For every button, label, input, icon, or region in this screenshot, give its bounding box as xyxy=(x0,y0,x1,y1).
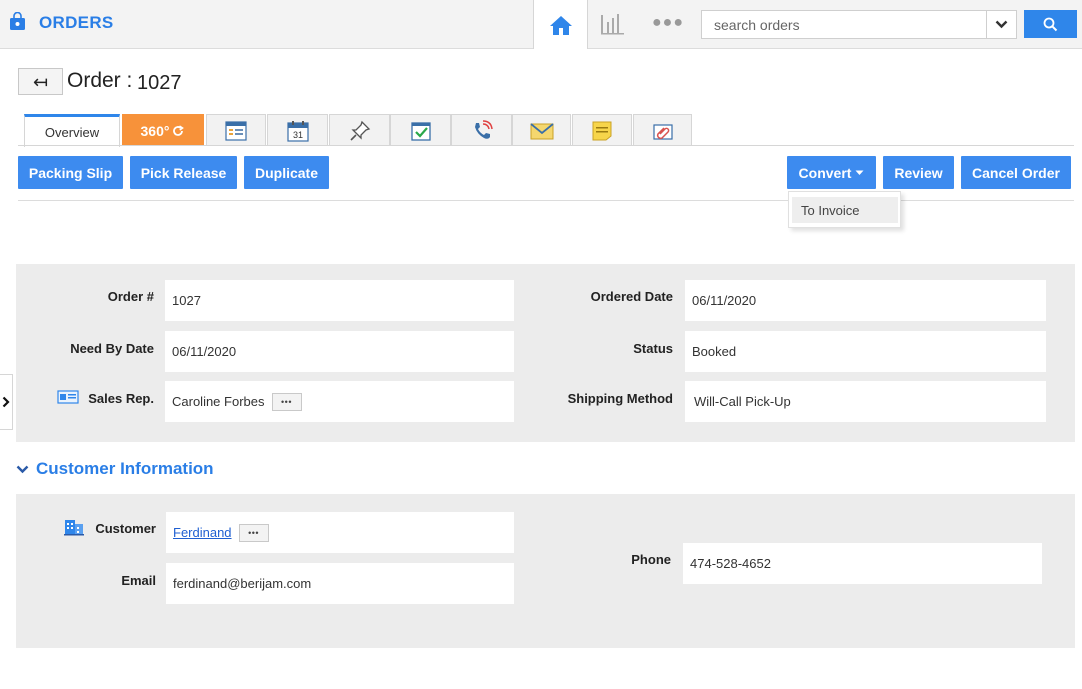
page-title-label: Order : xyxy=(67,69,133,92)
phone-icon xyxy=(474,119,493,139)
note-icon xyxy=(592,121,612,140)
packing-slip-button[interactable]: Packing Slip xyxy=(18,156,123,189)
phone-label: Phone xyxy=(631,552,671,567)
email-value: ferdinand@berijam.com xyxy=(173,576,312,591)
phone-value: 474-528-4652 xyxy=(690,556,771,571)
review-button[interactable]: Review xyxy=(883,156,954,189)
tab-attachments[interactable] xyxy=(633,114,692,146)
ordered-date-value: 06/11/2020 xyxy=(692,293,757,308)
sales-rep-value: Caroline Forbes xyxy=(172,394,265,409)
chevron-down-icon xyxy=(16,465,29,473)
calendar-icon: 31 xyxy=(286,120,309,142)
tab-label: 360° xyxy=(140,122,170,139)
building-icon xyxy=(64,520,84,536)
chevron-right-icon xyxy=(2,396,10,408)
order-number-field[interactable]: 1027 xyxy=(165,280,514,321)
tab-label: Overview xyxy=(44,124,100,140)
checkbox-icon xyxy=(410,121,431,141)
search-button[interactable] xyxy=(1024,10,1077,38)
tabs-divider xyxy=(18,145,1074,146)
cancel-order-button[interactable]: Cancel Order xyxy=(961,156,1071,189)
customer-section-title: Customer Information xyxy=(36,459,214,478)
customer-label: Customer xyxy=(95,521,156,536)
tab-tasks[interactable] xyxy=(390,114,451,146)
home-button[interactable] xyxy=(534,0,587,49)
sales-rep-field[interactable]: Caroline Forbes ••• xyxy=(165,381,514,422)
need-by-date-label: Need By Date xyxy=(70,341,154,356)
shipping-method-label: Shipping Method xyxy=(567,391,673,406)
customer-link[interactable]: Ferdinand xyxy=(173,525,232,540)
ordered-date-field[interactable]: 06/11/2020 xyxy=(685,280,1046,321)
email-label: Email xyxy=(121,573,156,588)
phone-field[interactable]: 474-528-4652 xyxy=(683,543,1042,584)
customer-info-panel: Customer Ferdinand ••• Email ferdinand@b… xyxy=(16,494,1075,648)
search-dropdown-button[interactable] xyxy=(986,11,1016,38)
customer-field[interactable]: Ferdinand ••• xyxy=(166,512,514,553)
caret-down-icon xyxy=(855,170,864,175)
shipping-method-value: Will-Call Pick-Up xyxy=(694,394,791,409)
shipping-method-field[interactable]: Will-Call Pick-Up xyxy=(685,381,1046,422)
need-by-date-value: 06/11/2020 xyxy=(172,344,237,359)
chevron-down-icon xyxy=(995,20,1008,29)
status-value: Booked xyxy=(692,344,737,359)
tab-overview[interactable]: Overview xyxy=(24,114,120,147)
tab-notes[interactable] xyxy=(572,114,632,146)
order-number-value: 1027 xyxy=(172,293,201,308)
list-document-icon xyxy=(225,120,247,141)
convert-dropdown-menu: To Invoice xyxy=(788,191,901,228)
customer-lookup-button[interactable]: ••• xyxy=(238,523,269,542)
pick-release-button[interactable]: Pick Release xyxy=(130,156,237,189)
side-panel-toggle[interactable] xyxy=(0,374,13,430)
sales-rep-label: Sales Rep. xyxy=(88,391,154,406)
back-arrow-icon: ↤ xyxy=(32,71,49,92)
ordered-date-label: Ordered Date xyxy=(590,289,673,304)
status-field[interactable]: Booked xyxy=(685,331,1046,372)
contact-card-icon xyxy=(57,390,79,404)
envelope-icon xyxy=(529,122,554,139)
tab-360[interactable]: 360° xyxy=(122,114,204,146)
more-options-icon[interactable]: ●●● xyxy=(652,14,684,32)
email-field[interactable]: ferdinand@berijam.com xyxy=(166,563,514,604)
bar-chart-icon[interactable] xyxy=(598,12,626,36)
top-header: ORDERS ●●● xyxy=(0,0,1082,49)
menu-item-to-invoice[interactable]: To Invoice xyxy=(792,197,898,223)
need-by-date-field[interactable]: 06/11/2020 xyxy=(165,331,514,372)
refresh-icon xyxy=(173,124,185,136)
paperclip-icon xyxy=(652,123,673,140)
back-button[interactable]: ↤ xyxy=(18,68,63,95)
pin-icon xyxy=(349,120,370,141)
convert-label: Convert xyxy=(798,164,852,181)
home-icon xyxy=(549,15,572,35)
tab-calls[interactable] xyxy=(451,114,512,146)
sales-rep-lookup-button[interactable]: ••• xyxy=(271,392,302,411)
search-icon xyxy=(1043,17,1058,31)
calendar-day: 31 xyxy=(292,130,302,140)
search-input[interactable] xyxy=(702,11,986,38)
search-box xyxy=(701,10,1017,39)
page-title-number: 1027 xyxy=(137,72,182,94)
tab-pin[interactable] xyxy=(329,114,390,146)
tab-emails[interactable] xyxy=(512,114,571,146)
customer-section-toggle[interactable]: Customer Information xyxy=(16,459,214,479)
tab-details[interactable] xyxy=(206,114,266,146)
convert-button[interactable]: Convert xyxy=(787,156,876,189)
actions-divider xyxy=(18,200,1074,201)
order-number-label: Order # xyxy=(107,289,154,304)
status-label: Status xyxy=(633,341,673,356)
shopping-bag-icon xyxy=(10,12,25,30)
header-divider xyxy=(587,0,588,49)
order-details-panel: Order # 1027 Ordered Date 06/11/2020 Nee… xyxy=(16,264,1075,442)
tab-calendar[interactable]: 31 xyxy=(267,114,328,146)
duplicate-button[interactable]: Duplicate xyxy=(244,156,329,189)
app-title: ORDERS xyxy=(39,13,114,32)
